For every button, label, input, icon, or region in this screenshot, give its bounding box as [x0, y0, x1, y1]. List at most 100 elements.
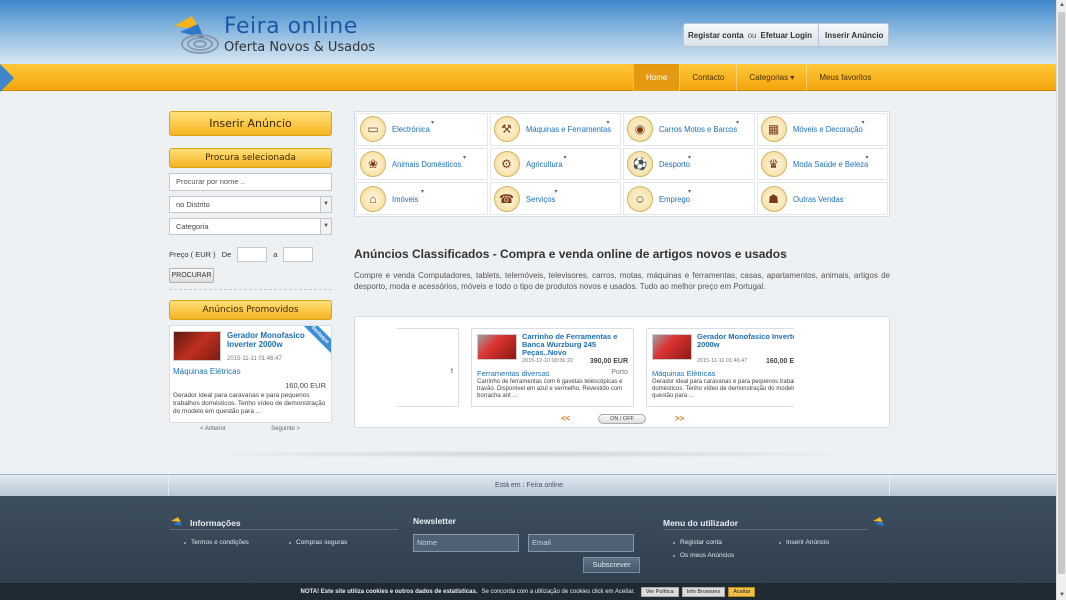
site-header: Feira online Oferta Novos & Usados Regis…: [0, 0, 1056, 64]
carousel-autoplay-toggle[interactable]: ON / OFF: [598, 414, 646, 424]
chevron-down-icon: ▾: [790, 73, 795, 82]
promoted-prev-link[interactable]: < Anterior: [200, 426, 226, 432]
tractor-icon: ⚙: [493, 150, 520, 177]
ad-category[interactable]: Ferramentas diversas: [477, 369, 550, 378]
price-to-input[interactable]: [283, 246, 314, 262]
newsletter-email-input[interactable]: Email: [528, 534, 634, 552]
login-link[interactable]: Efetuar Login: [756, 31, 816, 40]
nav-categories[interactable]: Categorias ▾: [736, 64, 806, 91]
cookie-accept-button[interactable]: Aceitar: [728, 586, 756, 597]
category-label: Imóveis: [392, 193, 419, 204]
ad-description: Gerador ideal para caravanas e para pequ…: [652, 379, 794, 399]
category-label: Electrónica: [392, 124, 430, 135]
breadcrumb: Está em : Feira online: [168, 475, 890, 497]
sport-icon: ⚽: [627, 150, 653, 177]
category-other-sales[interactable]: ☗ Outras Vendas: [756, 182, 888, 215]
footer-divider: [170, 529, 398, 530]
chevron-down-icon: ▾: [563, 154, 567, 161]
category-label: Agricultura: [525, 158, 563, 169]
search-button[interactable]: PROCURAR: [169, 268, 214, 283]
category-electronics[interactable]: ▭ Electrónica ▾: [356, 113, 488, 146]
promoted-ad-card[interactable]: Gerador Monofasico Inverter 2000w 2015-1…: [169, 325, 332, 423]
register-link[interactable]: Registar conta: [684, 31, 748, 40]
carousel-ad-card[interactable]: Carrinho de Ferramentas e Banca Wurzburg…: [471, 328, 634, 407]
ad-title[interactable]: Carrinho de Ferramentas e Banca Wurzburg…: [522, 333, 630, 357]
safe-shopping-link[interactable]: Compras seguras: [289, 539, 347, 546]
ad-category[interactable]: Máquinas Elétricas: [652, 369, 715, 378]
category-label: Carros Motos e Barcos: [659, 124, 738, 135]
logo-subtitle: Oferta Novos & Usados: [224, 40, 376, 55]
category-services[interactable]: ☎ Serviços ▾: [489, 182, 621, 215]
carousel-card-partial[interactable]: t: [397, 328, 459, 407]
carousel-ad-card[interactable]: Gerador Monofasico Inverter 2000w 2015-1…: [646, 328, 794, 407]
promoted-next-link[interactable]: Seguinte >: [271, 426, 300, 432]
site-logo[interactable]: Feira online Oferta Novos & Usados: [170, 10, 405, 58]
search-panel-title: Procura selecionada: [169, 148, 332, 168]
breadcrumb-bar: Está em : Feira online: [0, 474, 1056, 497]
nav-home[interactable]: Home: [633, 64, 680, 91]
category-select[interactable]: Categoria ▼: [169, 218, 332, 235]
carousel-next-button[interactable]: >>: [675, 414, 684, 423]
promoted-ad-image[interactable]: [173, 331, 221, 361]
footer-register-link[interactable]: Registar conta: [673, 539, 722, 546]
chevron-down-icon: ▾: [606, 120, 610, 126]
newsletter-name-input[interactable]: Nome: [413, 534, 519, 552]
district-select[interactable]: no Distrito ▼: [169, 196, 332, 213]
cookie-browsers-button[interactable]: Info Browsers: [681, 586, 726, 597]
footer-user-menu-title: Menu do utilizador: [663, 518, 739, 528]
category-furniture[interactable]: ▦ Móveis e Decoração ▾: [756, 113, 888, 146]
insert-ad-button[interactable]: Inserir Anúncio: [169, 111, 332, 136]
price-label: Preço ( EUR ): [169, 249, 216, 259]
category-pets[interactable]: ❀ Animais Domésticos ▾: [356, 147, 488, 181]
logo-icon: [174, 16, 219, 54]
chevron-down-icon: ▾: [865, 154, 869, 161]
category-fashion-health[interactable]: ♛ Moda Saúde e Beleza ▾: [756, 147, 888, 181]
promoted-ad-category[interactable]: Máquinas Elétricas: [173, 367, 241, 376]
ad-image[interactable]: [652, 334, 692, 360]
terms-link[interactable]: Termos e condições: [184, 539, 249, 546]
search-input[interactable]: Procurar por nome ..: [169, 173, 332, 191]
category-label: Serviços: [525, 193, 555, 204]
scroll-down-icon[interactable]: ▼: [1057, 590, 1066, 600]
chevron-down-icon: ▾: [431, 120, 435, 126]
chevron-down-icon: ▾: [861, 120, 865, 126]
tv-icon: ▭: [360, 116, 386, 143]
promoted-ads-title: Anúncios Promovidos: [169, 300, 332, 320]
category-cars-motos-boats[interactable]: ◉ Carros Motos e Barcos ▾: [623, 113, 755, 146]
logo-icon: [873, 517, 884, 526]
chevron-down-icon: ▼: [320, 197, 331, 212]
category-jobs[interactable]: ☺ Emprego ▾: [623, 182, 755, 215]
header-insert-ad-link[interactable]: Inserir Anúncio: [821, 31, 887, 40]
ad-image[interactable]: [477, 334, 517, 360]
my-ads-link[interactable]: Os meus Anúncios: [673, 552, 734, 559]
ad-description: Carrinho de ferramentas com 6 gavetas te…: [477, 379, 623, 399]
ad-price: 160,00 E: [765, 358, 794, 365]
category-real-estate[interactable]: ⌂ Imóveis ▾: [356, 182, 488, 215]
category-machines-tools[interactable]: ⚒ Máquinas e Ferramentas ▾: [489, 113, 621, 146]
or-text: ou: [747, 30, 757, 40]
category-agriculture[interactable]: ⚙ Agricultura ▾: [489, 147, 621, 181]
main-navbar: Home Contacto Categorias ▾ Meus favorito…: [0, 64, 1056, 91]
page-scrollbar[interactable]: ▲ ▼: [1056, 0, 1066, 600]
carousel-prev-button[interactable]: <<: [561, 414, 570, 423]
ad-title[interactable]: Gerador Monofasico Inverter 2000w: [697, 333, 794, 349]
category-sport[interactable]: ⚽ Desporto ▾: [623, 147, 755, 181]
chevron-down-icon: ▾: [688, 154, 692, 161]
cookie-policy-button[interactable]: Ver Política: [640, 586, 679, 597]
category-label: Emprego: [659, 193, 691, 204]
nav-contact[interactable]: Contacto: [679, 64, 736, 91]
subscribe-button[interactable]: Subscrever: [583, 557, 640, 573]
services-icon: ☎: [493, 185, 520, 212]
pet-icon: ❀: [360, 150, 386, 177]
furniture-icon: ▦: [760, 116, 787, 143]
price-from-input[interactable]: [237, 246, 268, 262]
footer-insert-ad-link[interactable]: Inserir Anúncio: [779, 539, 829, 546]
scroll-up-icon[interactable]: ▲: [1057, 0, 1066, 10]
promoted-ad-description: Gerador ideal para caravanas e para pequ…: [173, 392, 326, 415]
scroll-thumb[interactable]: [1058, 12, 1065, 574]
sidebar-divider: [169, 289, 332, 290]
category-label: Móveis e Decoração: [792, 124, 863, 135]
promoted-ad-title[interactable]: Gerador Monofasico Inverter 2000w: [227, 331, 317, 349]
nav-favorites[interactable]: Meus favoritos: [806, 64, 883, 91]
category-label: Animais Domésticos: [392, 158, 462, 169]
